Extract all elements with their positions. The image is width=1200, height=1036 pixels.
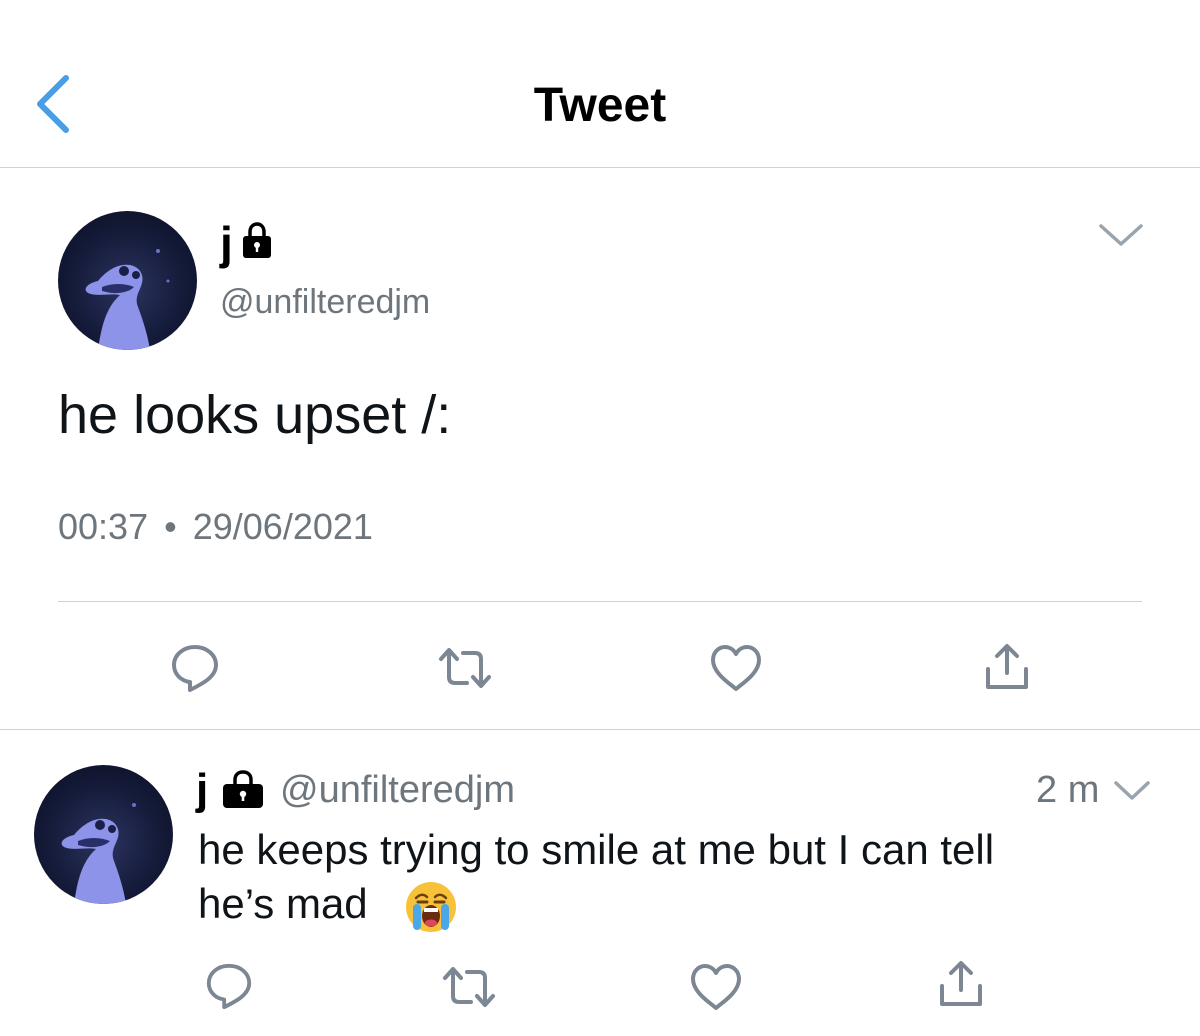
reply-icon <box>206 963 252 1010</box>
like-icon <box>711 645 761 691</box>
reply-share-button[interactable] <box>936 958 986 1010</box>
tweet-time: 00:37 <box>58 506 149 547</box>
reply-lock-icon <box>219 770 267 810</box>
retweet-icon <box>443 967 495 1007</box>
reply-text-line-2: he’s mad <box>198 880 368 927</box>
reply-button[interactable] <box>168 641 222 695</box>
reply-reply-button[interactable] <box>202 960 256 1012</box>
reply-display-name[interactable]: j <box>196 765 208 815</box>
avatar-image <box>85 249 170 350</box>
reply-age: 2 m <box>1036 769 1100 811</box>
page-title: Tweet <box>533 79 667 132</box>
chevron-down-icon <box>1099 224 1143 246</box>
header-divider <box>0 167 1200 168</box>
like-icon <box>691 964 741 1010</box>
like-button[interactable] <box>709 643 763 693</box>
reply-like-button[interactable] <box>689 962 743 1012</box>
retweet-button[interactable] <box>437 645 493 691</box>
timestamp-divider <box>58 601 1142 602</box>
loudly-crying-face-icon <box>404 880 458 934</box>
chevron-down-icon <box>1114 781 1150 800</box>
share-icon <box>986 644 1028 689</box>
share-button[interactable] <box>982 641 1032 693</box>
reply-avatar-image <box>61 803 136 904</box>
avatar[interactable] <box>58 211 197 350</box>
reply-handle[interactable]: @unfilteredjm <box>280 768 515 812</box>
retweet-icon <box>439 648 491 688</box>
reply-retweet-button[interactable] <box>441 964 497 1010</box>
reply-icon <box>172 645 218 692</box>
reply-menu-button[interactable] <box>1112 776 1152 804</box>
tweet-date: 29/06/2021 <box>192 506 373 547</box>
handle[interactable]: @unfilteredjm <box>220 282 430 322</box>
timestamp: 00:37 • 29/06/2021 <box>58 505 373 549</box>
tweet-text: he looks upset /: <box>58 385 452 445</box>
share-icon <box>940 961 982 1006</box>
tweet-menu-button[interactable] <box>1096 218 1146 250</box>
timestamp-separator: • <box>164 506 177 547</box>
lock-icon <box>241 222 273 260</box>
reply-text-line-1: he keeps trying to smile at me but I can… <box>198 826 995 873</box>
section-divider <box>0 729 1200 730</box>
reply-avatar[interactable] <box>34 765 173 904</box>
display-name[interactable]: j <box>220 218 233 268</box>
